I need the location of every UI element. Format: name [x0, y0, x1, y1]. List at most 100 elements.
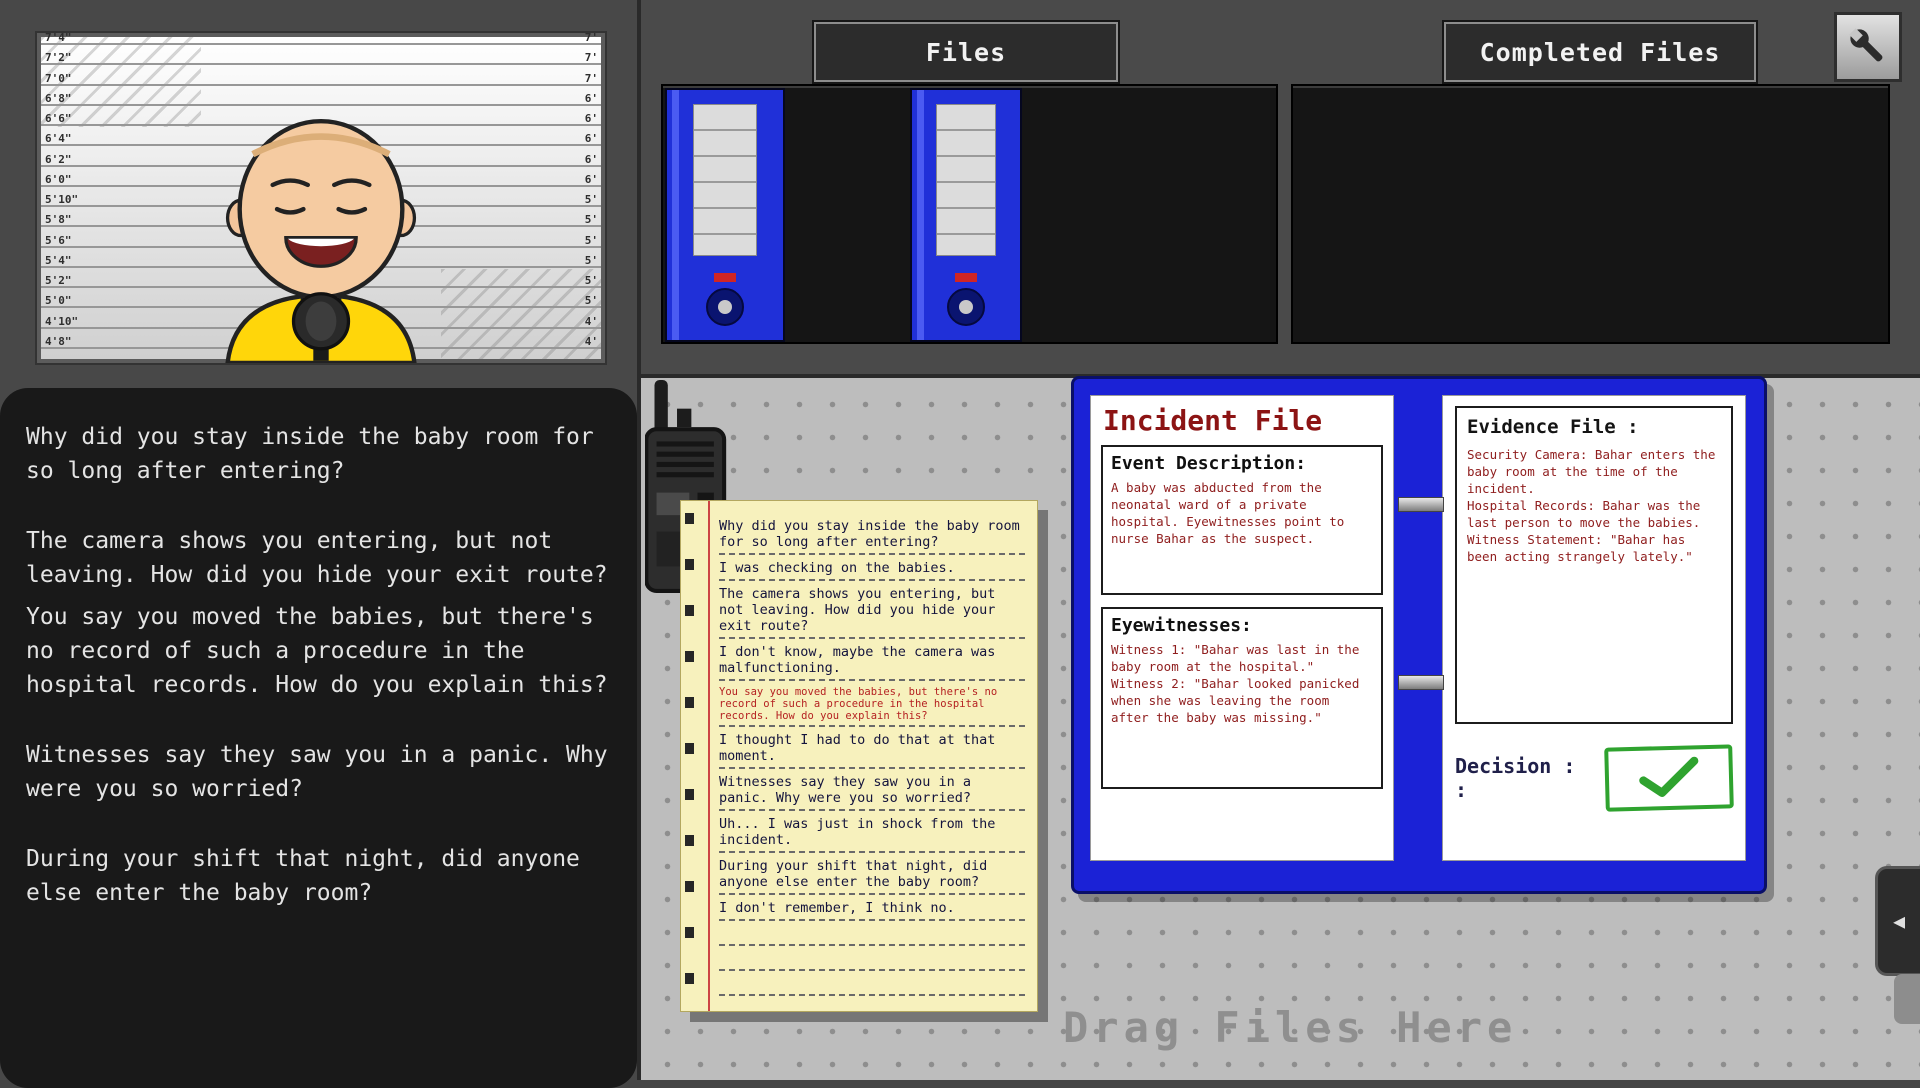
- height-label-left: 5'8": [45, 213, 72, 226]
- witness-statement: Witness 1: "Bahar was last in the baby r…: [1111, 641, 1373, 675]
- height-label-left: 6'4": [45, 132, 72, 145]
- suspect-mugshot-panel: 7'4" 7' 7'2" 7' 7'0" 7' 6'8" 6' 6'6" 6' …: [37, 33, 605, 363]
- interrogation-notepad[interactable]: Why did you stay inside the baby room fo…: [680, 500, 1038, 1012]
- left-column: 7'4" 7' 7'2" 7' 7'0" 7' 6'8" 6' 6'6" 6' …: [0, 0, 641, 1080]
- notepad-line: Uh... I was just in shock from the incid…: [719, 815, 1025, 853]
- event-description-box: Event Description: A baby was abducted f…: [1101, 445, 1383, 595]
- height-label-left: 7'2": [45, 51, 72, 64]
- decision-row: Decision : :: [1455, 746, 1733, 810]
- interrogation-question: Why did you stay inside the baby room fo…: [26, 420, 611, 488]
- event-description-body: A baby was abducted from the neonatal wa…: [1111, 479, 1373, 547]
- evidence-list: Security Camera: Bahar enters the baby r…: [1467, 446, 1721, 565]
- eyewitness-statements: Witness 1: "Bahar was last in the baby r…: [1111, 641, 1373, 726]
- folder-clip: [1398, 675, 1444, 690]
- notepad-line: Witnesses say they saw you in a panic. W…: [719, 773, 1025, 811]
- height-label-right: 5': [585, 193, 598, 206]
- notepad-line: During your shift that night, did anyone…: [719, 857, 1025, 895]
- file-binder[interactable]: [665, 88, 785, 342]
- height-label-right: 5': [585, 213, 598, 226]
- height-label-left: 5'0": [45, 294, 72, 307]
- height-label-left: 6'0": [45, 173, 72, 186]
- evidence-file-page: Evidence File : Security Camera: Bahar e…: [1442, 395, 1746, 861]
- height-label-right: 5': [585, 274, 598, 287]
- height-label-right: 4': [585, 335, 598, 348]
- event-description-header: Event Description:: [1111, 453, 1373, 474]
- binder-red-tag: [714, 273, 736, 282]
- interrogation-question: The camera shows you entering, but not l…: [26, 524, 611, 592]
- height-label-right: 4': [585, 315, 598, 328]
- decision-label: Decision : :: [1455, 754, 1591, 802]
- binder-label: [693, 104, 758, 256]
- evidence-item: Hospital Records: Bahar was the last per…: [1467, 497, 1721, 531]
- notepad-line: I thought I had to do that at that momen…: [719, 731, 1025, 769]
- notepad-line: I was checking on the babies.: [719, 559, 1025, 581]
- case-folder[interactable]: Incident File Event Description: A baby …: [1071, 376, 1767, 894]
- notepad-line: I don't remember, I think no.: [719, 899, 1025, 921]
- height-label-left: 5'6": [45, 234, 72, 247]
- files-shelf: [661, 84, 1278, 344]
- height-label-left: 6'2": [45, 153, 72, 166]
- binder-ring: [706, 288, 744, 326]
- notepad-line: I don't know, maybe the camera was malfu…: [719, 643, 1025, 681]
- notepad-transcript: Why did you stay inside the baby room fo…: [719, 517, 1025, 1000]
- notepad-line: [719, 975, 1025, 996]
- height-label-left: 7'0": [45, 72, 72, 85]
- height-label-right: 6': [585, 92, 598, 105]
- height-chart-line: 7'0" 7': [41, 84, 601, 86]
- completed-files-shelf: [1291, 84, 1890, 344]
- height-chart-line: 7'2" 7': [41, 63, 601, 65]
- height-label-right: 6': [585, 153, 598, 166]
- tab-files-label: Files: [926, 38, 1006, 67]
- evidence-file-header: Evidence File :: [1467, 416, 1721, 438]
- incident-file-page: Incident File Event Description: A baby …: [1090, 395, 1394, 861]
- drag-files-hint: Drag Files Here: [1063, 1003, 1517, 1052]
- binder-label: [936, 104, 996, 256]
- side-panel-handle[interactable]: ◀: [1875, 866, 1920, 976]
- binder-ring: [947, 288, 985, 326]
- eyewitnesses-box: Eyewitnesses: Witness 1: "Bahar was last…: [1101, 607, 1383, 789]
- settings-button[interactable]: [1834, 12, 1902, 82]
- height-label-right: 7': [585, 51, 598, 64]
- height-label-left: 7'4": [45, 31, 72, 44]
- tab-completed-files-label: Completed Files: [1480, 38, 1721, 67]
- height-label-right: 6': [585, 173, 598, 186]
- file-binder[interactable]: [910, 88, 1022, 342]
- height-label-left: 4'8": [45, 335, 72, 348]
- notepad-line: You say you moved the babies, but there'…: [719, 685, 1025, 727]
- height-label-right: 5': [585, 254, 598, 267]
- binder-edge: [917, 90, 924, 340]
- green-checkmark-icon: [1633, 755, 1704, 801]
- height-label-right: 7': [585, 31, 598, 44]
- interrogation-question: During your shift that night, did anyone…: [26, 842, 611, 910]
- binder-red-tag: [955, 273, 977, 282]
- binder-edge: [672, 90, 679, 340]
- height-label-right: 5': [585, 294, 598, 307]
- wrench-icon: [1846, 25, 1890, 69]
- height-label-right: 6': [585, 112, 598, 125]
- height-label-left: 6'8": [45, 92, 72, 105]
- question-list: Why did you stay inside the baby room fo…: [0, 388, 637, 942]
- notepad-line: [719, 950, 1025, 971]
- height-chart-line: 6'8" 6': [41, 104, 601, 106]
- witness-statement: Witness 2: "Bahar looked panicked when s…: [1111, 675, 1373, 726]
- height-label-left: 5'4": [45, 254, 72, 267]
- eyewitnesses-header: Eyewitnesses:: [1111, 615, 1373, 636]
- interrogation-question-panel: Why did you stay inside the baby room fo…: [0, 388, 637, 1088]
- height-label-left: 5'2": [45, 274, 72, 287]
- decision-approve-checkbox[interactable]: [1604, 744, 1734, 811]
- notepad-margin-line: [708, 501, 710, 1011]
- height-chart-line: 7'4" 7': [41, 43, 601, 45]
- height-label-right: 6': [585, 132, 598, 145]
- suspect-character: [189, 108, 453, 363]
- height-label-right: 7': [585, 72, 598, 85]
- tab-files[interactable]: Files: [814, 22, 1118, 82]
- height-label-left: 4'10": [45, 315, 78, 328]
- side-panel-handle-secondary[interactable]: [1894, 974, 1920, 1024]
- interrogation-question: You say you moved the babies, but there'…: [26, 600, 611, 702]
- folder-clip: [1398, 497, 1444, 512]
- notepad-line: The camera shows you entering, but not l…: [719, 585, 1025, 639]
- tab-completed-files[interactable]: Completed Files: [1444, 22, 1756, 82]
- evidence-item: Witness Statement: "Bahar has been actin…: [1467, 531, 1721, 565]
- height-label-left: 5'10": [45, 193, 78, 206]
- notepad-line: Why did you stay inside the baby room fo…: [719, 517, 1025, 555]
